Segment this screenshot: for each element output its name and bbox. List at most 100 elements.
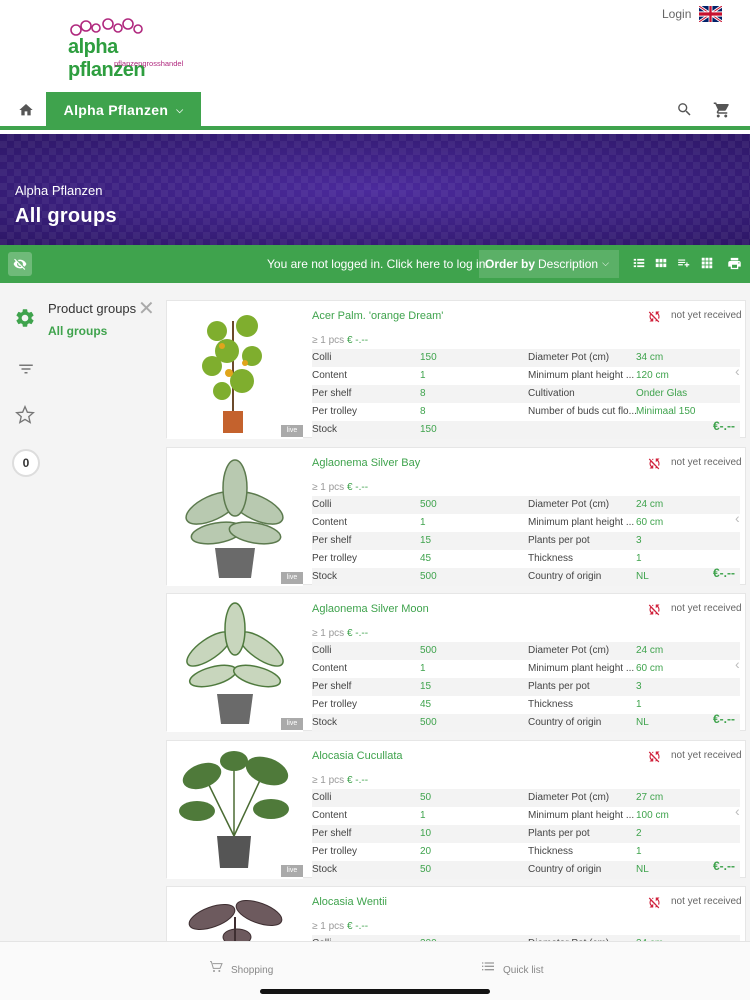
spec-label: Per trolley: [312, 699, 358, 710]
spec-row: Content 1 Minimum plant height ... 120 c…: [312, 367, 740, 385]
product-card[interactable]: live Aglaonema Silver Bay not yet receiv…: [166, 446, 746, 586]
star-icon[interactable]: [15, 405, 35, 425]
spec-label: Stock: [312, 424, 338, 435]
spec-value: 100 cm: [636, 809, 669, 821]
spec-label: Per shelf: [312, 534, 352, 546]
spec-label: Per shelf: [312, 388, 352, 399]
spec-value: 8: [420, 406, 426, 417]
spec-label: Country of origin: [528, 717, 602, 728]
cart-icon[interactable]: [713, 101, 731, 119]
spec-row: Per trolley 45 Thickness 1: [312, 550, 740, 568]
spec-label: Diameter Pot (cm): [528, 645, 610, 656]
spec-value: 15: [420, 681, 432, 692]
home-indicator: [260, 989, 490, 994]
spec-value: 34 cm: [636, 352, 664, 363]
status-text: not yet received: [671, 896, 742, 907]
spec-label: Content: [312, 809, 348, 821]
spec-row: Per shelf 15 Plants per pot 3: [312, 678, 740, 696]
tier-quantity: ≥ 1 pcs: [312, 774, 345, 786]
spec-value: 1: [420, 516, 426, 528]
spec-value: 500: [420, 717, 437, 728]
spec-label: Minimum plant height ...: [528, 370, 635, 381]
home-icon[interactable]: [18, 102, 34, 118]
sync-disabled-icon: [648, 897, 660, 909]
chevron-left-icon[interactable]: ‹: [735, 656, 740, 672]
spec-row: Content 1 Minimum plant height ... 60 cm: [312, 660, 740, 678]
spec-value: 24 cm: [636, 645, 664, 656]
product-name-link[interactable]: Acer Palm. 'orange Dream': [312, 310, 443, 322]
spec-label: Diameter Pot (cm): [528, 498, 610, 510]
product-name-link[interactable]: Aglaonema Silver Bay: [312, 457, 420, 469]
spec-label: Cultivation: [528, 388, 575, 399]
product-card[interactable]: live Alocasia Wentii not yet received ≥ …: [166, 886, 746, 943]
sync-disabled-icon: [648, 751, 660, 762]
product-image[interactable]: [167, 887, 303, 943]
status-text: not yet received: [671, 456, 742, 468]
grid-view-icon[interactable]: [654, 256, 668, 270]
chevron-left-icon[interactable]: ‹: [735, 363, 740, 379]
spec-label: Minimum plant height ...: [528, 663, 635, 674]
spec-row: Content 1 Minimum plant height ... 60 cm: [312, 514, 740, 532]
selection-count-badge[interactable]: 0: [12, 449, 40, 477]
spec-value: 500: [420, 498, 437, 510]
tab-shopping[interactable]: Shopping: [207, 957, 273, 976]
chevron-left-icon[interactable]: ‹: [735, 510, 740, 526]
company-logo[interactable]: alpha pflanzen pflanzengrosshandel: [66, 18, 186, 81]
product-name-link[interactable]: Alocasia Wentii: [312, 896, 387, 908]
spec-value: Onder Glas: [636, 388, 688, 399]
status-text: not yet received: [671, 310, 742, 321]
product-card[interactable]: live Alocasia Cucullata not yet received…: [166, 739, 746, 879]
spec-row: Stock 150: [312, 421, 740, 439]
product-image[interactable]: [167, 740, 303, 879]
spec-row: Per shelf 8 Cultivation Onder Glas: [312, 385, 740, 403]
product-card[interactable]: live Acer Palm. 'orange Dream' not yet r…: [166, 300, 746, 439]
product-image[interactable]: [167, 447, 303, 586]
status-text: not yet received: [671, 749, 742, 761]
spec-row: Per trolley 20 Thickness 1: [312, 843, 740, 861]
add-to-list-icon[interactable]: [676, 256, 692, 270]
order-by-select[interactable]: Order by Description ⌵: [479, 250, 619, 278]
spec-value: 50: [420, 863, 432, 875]
spec-value: 3: [636, 681, 642, 692]
spec-value: 27 cm: [636, 791, 664, 803]
spec-label: Stock: [312, 717, 338, 728]
spec-label: [528, 421, 636, 439]
spec-label: Per trolley: [312, 552, 358, 564]
print-icon[interactable]: [727, 256, 742, 271]
logo-subtitle: pflanzengrosshandel: [114, 59, 184, 68]
product-name-link[interactable]: Alocasia Cucullata: [312, 750, 403, 762]
order-by-label: Order by: [485, 257, 536, 271]
spec-value: 2: [636, 827, 642, 839]
spec-value: 60 cm: [636, 516, 664, 528]
product-image[interactable]: [167, 301, 303, 439]
tier-quantity: ≥ 1 pcs: [312, 921, 345, 932]
product-name-link[interactable]: Aglaonema Silver Moon: [312, 603, 429, 615]
spec-row: Colli 500 Diameter Pot (cm) 24 cm: [312, 642, 740, 660]
spec-table: Colli 150 Diameter Pot (cm) 34 cm Conten…: [312, 349, 740, 439]
all-groups-link[interactable]: All groups: [48, 324, 107, 338]
search-icon[interactable]: [676, 101, 693, 118]
spec-row: Stock 50 Country of origin NL: [312, 860, 740, 879]
product-image[interactable]: [167, 594, 303, 732]
tile-view-icon[interactable]: [700, 256, 714, 270]
login-link[interactable]: Login: [662, 7, 691, 21]
product-card[interactable]: live Aglaonema Silver Moon not yet recei…: [166, 593, 746, 732]
filter-icon[interactable]: [16, 360, 36, 378]
live-badge: live: [281, 571, 303, 584]
tier-price-value: € -.--: [346, 774, 369, 786]
login-notice-link[interactable]: You are not logged in. Click here to log…: [267, 257, 489, 271]
close-icon[interactable]: ✕: [138, 299, 155, 319]
spec-row: Per shelf 10 Plants per pot 2: [312, 824, 740, 843]
list-view-icon[interactable]: [632, 256, 646, 270]
spec-label: Thickness: [528, 699, 574, 710]
product-groups-icon[interactable]: [14, 307, 36, 329]
spec-row: Per shelf 15 Plants per pot 3: [312, 531, 740, 550]
sync-disabled-icon: [648, 458, 660, 469]
uk-flag-icon[interactable]: [699, 6, 722, 22]
nav-alpha-pflanzen-dropdown[interactable]: Alpha Pflanzen ⌵: [46, 92, 201, 128]
hide-toggle-button[interactable]: [8, 252, 32, 276]
product-groups-title: Product groups: [48, 301, 137, 316]
page-title: All groups: [15, 205, 117, 227]
chevron-left-icon[interactable]: ‹: [735, 803, 740, 819]
tab-quick-list[interactable]: Quick list: [479, 957, 544, 976]
